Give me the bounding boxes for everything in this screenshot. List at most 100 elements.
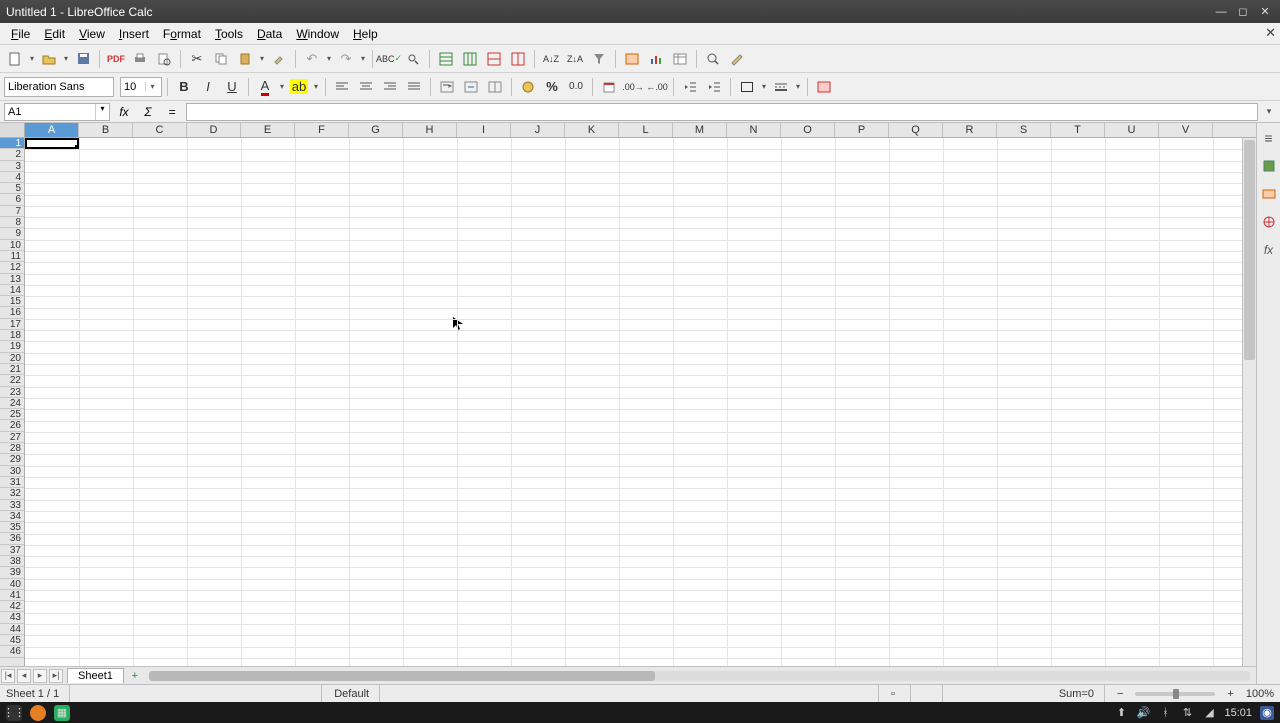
name-box-input[interactable] xyxy=(5,104,95,120)
tray-network-icon[interactable]: ⇅ xyxy=(1180,706,1194,720)
column-header-O[interactable]: O xyxy=(781,123,835,137)
select-all-corner[interactable] xyxy=(0,123,25,137)
column-header-H[interactable]: H xyxy=(403,123,457,137)
sidebar-navigator-button[interactable] xyxy=(1260,213,1278,231)
bold-button[interactable]: B xyxy=(173,76,195,98)
number-format-button[interactable]: 0.0 xyxy=(565,76,587,98)
sidebar-functions-button[interactable]: fx xyxy=(1260,241,1278,259)
row-header-37[interactable]: 37 xyxy=(0,545,24,556)
menu-insert[interactable]: Insert xyxy=(112,25,156,43)
row-header-12[interactable]: 12 xyxy=(0,262,24,273)
row-header-20[interactable]: 20 xyxy=(0,353,24,364)
taskbar-clock[interactable]: 15:01 xyxy=(1224,707,1252,719)
sort-desc-button[interactable]: Z↓A xyxy=(564,48,586,70)
row-header-5[interactable]: 5 xyxy=(0,183,24,194)
window-close-button[interactable]: ✕ xyxy=(1256,5,1274,19)
column-header-I[interactable]: I xyxy=(457,123,511,137)
sort-asc-button[interactable]: A↓Z xyxy=(540,48,562,70)
name-box[interactable]: ▾ xyxy=(4,103,110,121)
row-header-7[interactable]: 7 xyxy=(0,206,24,217)
taskbar-menu-button[interactable]: ⋮⋮ xyxy=(6,705,22,721)
highlight-color-dropdown[interactable]: ▾ xyxy=(312,82,320,91)
row-header-46[interactable]: 46 xyxy=(0,646,24,657)
row-header-23[interactable]: 23 xyxy=(0,387,24,398)
window-maximize-button[interactable]: ◻ xyxy=(1234,5,1252,19)
column-header-M[interactable]: M xyxy=(673,123,727,137)
unmerge-cells-button[interactable] xyxy=(484,76,506,98)
zoom-in-button[interactable]: + xyxy=(1227,688,1233,700)
open-dropdown[interactable]: ▾ xyxy=(62,54,70,63)
add-sheet-button[interactable]: + xyxy=(127,669,143,683)
export-pdf-button[interactable]: PDF xyxy=(105,48,127,70)
align-justify-button[interactable] xyxy=(403,76,425,98)
menu-file[interactable]: File xyxy=(4,25,37,43)
column-header-J[interactable]: J xyxy=(511,123,565,137)
row-header-1[interactable]: 1 xyxy=(0,138,24,149)
redo-dropdown[interactable]: ▾ xyxy=(359,54,367,63)
row-header-42[interactable]: 42 xyxy=(0,601,24,612)
tray-volume-icon[interactable]: 🔊 xyxy=(1136,706,1150,720)
row-header-19[interactable]: 19 xyxy=(0,341,24,352)
taskbar-app-calc[interactable]: ▦ xyxy=(54,705,70,721)
italic-button[interactable]: I xyxy=(197,76,219,98)
cut-button[interactable]: ✂ xyxy=(186,48,208,70)
wrap-text-button[interactable] xyxy=(436,76,458,98)
row-header-36[interactable]: 36 xyxy=(0,533,24,544)
align-left-button[interactable] xyxy=(331,76,353,98)
font-color-button[interactable]: A xyxy=(254,76,276,98)
horizontal-scroll-thumb[interactable] xyxy=(149,671,656,681)
close-document-button[interactable]: ✕ xyxy=(1265,25,1276,41)
paste-button[interactable] xyxy=(234,48,256,70)
column-header-D[interactable]: D xyxy=(187,123,241,137)
taskbar-app-1[interactable] xyxy=(30,705,46,721)
insert-row-button[interactable] xyxy=(435,48,457,70)
column-header-N[interactable]: N xyxy=(727,123,781,137)
border-style-button[interactable] xyxy=(770,76,792,98)
tray-user-icon[interactable]: ◉ xyxy=(1260,706,1274,720)
column-header-B[interactable]: B xyxy=(79,123,133,137)
row-header-45[interactable]: 45 xyxy=(0,635,24,646)
column-header-G[interactable]: G xyxy=(349,123,403,137)
merge-cells-button[interactable] xyxy=(460,76,482,98)
sum-button[interactable]: Σ xyxy=(138,103,158,121)
delete-column-button[interactable] xyxy=(507,48,529,70)
column-header-R[interactable]: R xyxy=(943,123,997,137)
row-header-30[interactable]: 30 xyxy=(0,466,24,477)
row-header-22[interactable]: 22 xyxy=(0,375,24,386)
new-doc-dropdown[interactable]: ▾ xyxy=(28,54,36,63)
align-right-button[interactable] xyxy=(379,76,401,98)
conditional-format-button[interactable] xyxy=(813,76,835,98)
column-header-T[interactable]: T xyxy=(1051,123,1105,137)
row-header-10[interactable]: 10 xyxy=(0,240,24,251)
sidebar-gallery-button[interactable] xyxy=(1260,185,1278,203)
formula-input[interactable] xyxy=(186,103,1258,121)
row-header-15[interactable]: 15 xyxy=(0,296,24,307)
insert-image-button[interactable] xyxy=(621,48,643,70)
next-sheet-button[interactable]: ▸ xyxy=(33,669,47,683)
column-header-S[interactable]: S xyxy=(997,123,1051,137)
vertical-scroll-thumb[interactable] xyxy=(1244,140,1255,360)
row-header-4[interactable]: 4 xyxy=(0,172,24,183)
insert-column-button[interactable] xyxy=(459,48,481,70)
row-header-40[interactable]: 40 xyxy=(0,579,24,590)
cell-grid[interactable] xyxy=(25,138,1242,666)
format-paintbrush-button[interactable] xyxy=(268,48,290,70)
prev-sheet-button[interactable]: ◂ xyxy=(17,669,31,683)
new-doc-button[interactable] xyxy=(4,48,26,70)
status-signature[interactable] xyxy=(923,685,943,702)
row-header-25[interactable]: 25 xyxy=(0,409,24,420)
autofilter-button[interactable] xyxy=(588,48,610,70)
add-decimal-button[interactable]: .00→ xyxy=(622,76,644,98)
tray-bluetooth-icon[interactable]: ᚼ xyxy=(1158,706,1172,720)
font-name-combo[interactable]: ▾ xyxy=(4,77,114,97)
zoom-out-button[interactable]: − xyxy=(1117,688,1123,700)
column-header-A[interactable]: A xyxy=(25,123,79,137)
menu-format[interactable]: Format xyxy=(156,25,208,43)
row-header-44[interactable]: 44 xyxy=(0,624,24,635)
row-header-29[interactable]: 29 xyxy=(0,454,24,465)
highlight-color-button[interactable]: ab xyxy=(288,76,310,98)
save-button[interactable] xyxy=(72,48,94,70)
borders-button[interactable] xyxy=(736,76,758,98)
row-header-32[interactable]: 32 xyxy=(0,488,24,499)
row-header-33[interactable]: 33 xyxy=(0,500,24,511)
